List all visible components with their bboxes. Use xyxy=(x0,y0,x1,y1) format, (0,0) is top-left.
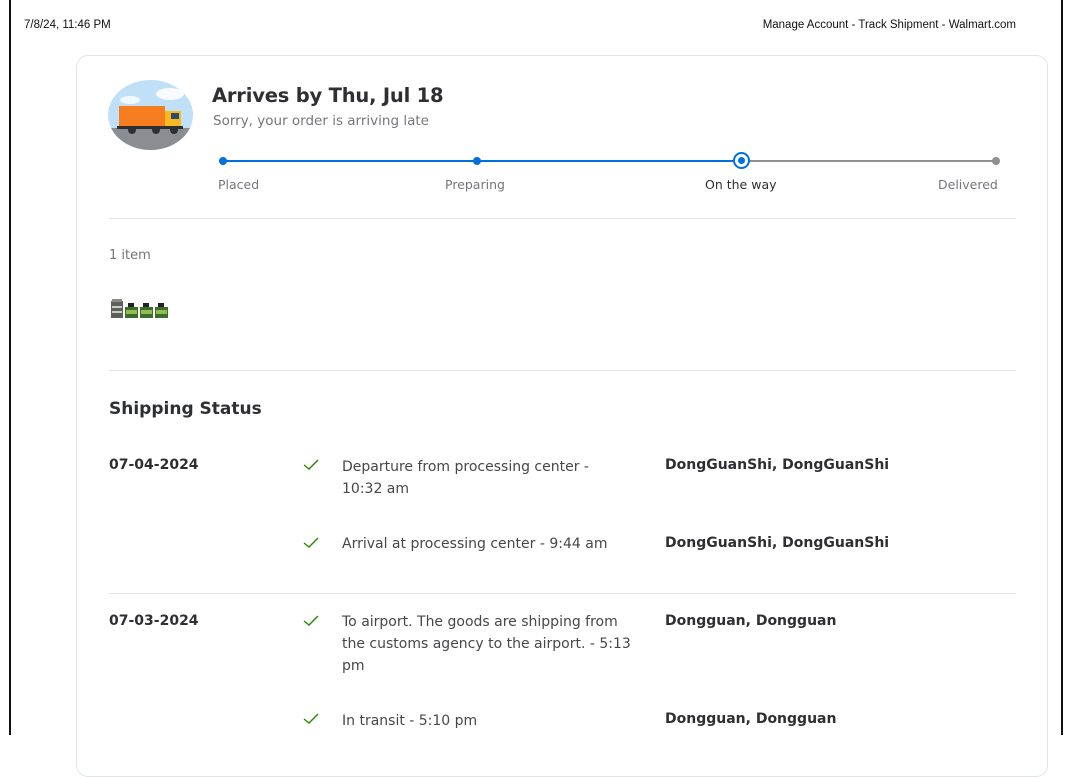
step-label-placed: Placed xyxy=(218,177,260,192)
page-border-left xyxy=(9,0,11,735)
progress-line-complete xyxy=(222,160,742,162)
check-icon xyxy=(303,614,319,626)
event-description: Arrival at processing center - 9:44 am xyxy=(342,536,608,552)
print-page-title: Manage Account - Track Shipment - Walmar… xyxy=(762,19,1016,31)
step-dot-preparing xyxy=(473,157,481,165)
progress-line-pending xyxy=(742,160,996,162)
event-description: To airport. The goods are shipping from … xyxy=(342,614,631,674)
event-date: 07-04-2024 xyxy=(109,457,199,473)
step-label-on-the-way: On the way xyxy=(705,177,777,192)
check-icon xyxy=(303,458,319,470)
item-count: 1 item xyxy=(109,248,151,263)
divider xyxy=(109,593,1016,594)
event-description: Departure from processing center - 10:32… xyxy=(342,459,589,497)
event-location: DongGuanShi, DongGuanShi xyxy=(665,457,890,473)
page-border-right xyxy=(1061,0,1063,735)
event-location: Dongguan, Dongguan xyxy=(665,711,837,727)
step-label-delivered: Delivered xyxy=(938,177,998,192)
event-date: 07-03-2024 xyxy=(109,613,199,629)
arrival-subtitle: Sorry, your order is arriving late xyxy=(213,113,429,129)
step-label-preparing: Preparing xyxy=(445,177,505,192)
product-thumbnail[interactable] xyxy=(111,298,171,320)
divider xyxy=(109,370,1016,371)
check-icon xyxy=(303,536,319,548)
event-description: In transit - 5:10 pm xyxy=(342,713,478,729)
print-datetime: 7/8/24, 11:46 PM xyxy=(24,19,111,31)
check-icon xyxy=(303,712,319,724)
progress-tracker: Placed Preparing On the way Delivered xyxy=(218,150,1004,200)
step-dot-on-the-way xyxy=(733,152,750,169)
arrival-title: Arrives by Thu, Jul 18 xyxy=(212,84,444,107)
event-location: Dongguan, Dongguan xyxy=(665,613,837,629)
step-dot-delivered xyxy=(992,157,1000,165)
truck-icon xyxy=(108,80,193,150)
divider xyxy=(109,218,1016,219)
shipping-status-title: Shipping Status xyxy=(109,399,262,419)
event-location: DongGuanShi, DongGuanShi xyxy=(665,535,890,551)
step-dot-placed xyxy=(219,157,227,165)
